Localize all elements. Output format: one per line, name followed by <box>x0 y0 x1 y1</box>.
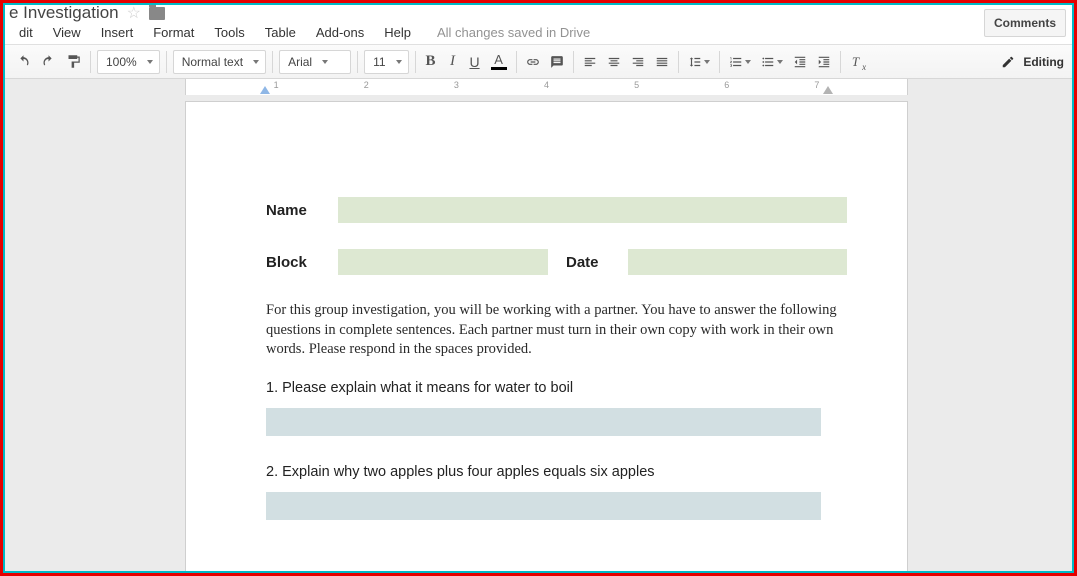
name-label: Name <box>266 202 338 219</box>
line-spacing-button[interactable] <box>683 50 715 74</box>
decrease-indent-button[interactable] <box>788 50 812 74</box>
document-canvas[interactable]: Name Block Date For this group investiga… <box>5 95 1072 571</box>
question-2[interactable]: 2. Explain why two apples plus four appl… <box>266 464 847 480</box>
bulleted-list-button[interactable] <box>756 50 788 74</box>
comments-button[interactable]: Comments <box>984 9 1066 37</box>
numbered-list-button[interactable] <box>724 50 756 74</box>
chevron-down-icon <box>253 60 259 64</box>
block-field[interactable] <box>338 249 548 275</box>
doc-title[interactable]: e Investigation <box>9 3 119 23</box>
answer-box-1[interactable] <box>266 408 821 436</box>
ruler-mark: 6 <box>724 80 729 90</box>
star-icon[interactable]: ☆ <box>127 3 141 23</box>
link-button[interactable] <box>521 50 545 74</box>
increase-indent-button[interactable] <box>812 50 836 74</box>
ruler-mark: 7 <box>814 80 819 90</box>
styles-dropdown[interactable]: Normal text <box>173 50 266 74</box>
block-label: Block <box>266 254 338 271</box>
instructions-text[interactable]: For this group investigation, you will b… <box>266 301 847 360</box>
question-1[interactable]: 1. Please explain what it means for wate… <box>266 380 847 396</box>
pencil-icon <box>1001 55 1015 69</box>
chevron-down-icon <box>777 60 783 64</box>
font-dropdown[interactable]: Arial <box>279 50 351 74</box>
chevron-down-icon <box>147 60 153 64</box>
menu-view[interactable]: View <box>43 22 91 43</box>
date-field[interactable] <box>628 249 847 275</box>
menu-help[interactable]: Help <box>374 22 421 43</box>
folder-icon[interactable] <box>149 7 165 20</box>
menu-table[interactable]: Table <box>255 22 306 43</box>
menu-bar: dit View Insert Format Tools Table Add-o… <box>5 21 1072 45</box>
align-center-button[interactable] <box>602 50 626 74</box>
right-indent-marker[interactable] <box>823 86 833 94</box>
chevron-down-icon <box>704 60 710 64</box>
align-left-button[interactable] <box>578 50 602 74</box>
align-right-button[interactable] <box>626 50 650 74</box>
ruler-mark: 4 <box>544 80 549 90</box>
ruler-mark: 1 <box>274 80 279 90</box>
ruler-mark: 5 <box>634 80 639 90</box>
underline-button[interactable]: U <box>464 50 486 74</box>
text-color-button[interactable]: A <box>486 50 512 74</box>
italic-button[interactable]: I <box>442 50 464 74</box>
save-status: All changes saved in Drive <box>437 25 590 40</box>
paint-format-button[interactable] <box>61 50 86 74</box>
horizontal-ruler[interactable]: 1 2 3 4 5 6 7 <box>5 79 1072 95</box>
date-label: Date <box>566 254 628 271</box>
name-field[interactable] <box>338 197 847 223</box>
menu-addons[interactable]: Add-ons <box>306 22 374 43</box>
menu-insert[interactable]: Insert <box>91 22 144 43</box>
answer-box-2[interactable] <box>266 492 821 520</box>
toolbar: 100% Normal text Arial 11 B I U A Tx Edi… <box>5 45 1072 79</box>
editing-mode-button[interactable]: Editing <box>1001 55 1064 69</box>
menu-tools[interactable]: Tools <box>204 22 254 43</box>
menu-format[interactable]: Format <box>143 22 204 43</box>
chevron-down-icon <box>745 60 751 64</box>
undo-button[interactable] <box>11 50 36 74</box>
zoom-dropdown[interactable]: 100% <box>97 50 160 74</box>
chevron-down-icon <box>322 60 328 64</box>
ruler-mark: 2 <box>364 80 369 90</box>
chevron-down-icon <box>396 60 402 64</box>
page[interactable]: Name Block Date For this group investiga… <box>185 101 908 571</box>
align-justify-button[interactable] <box>650 50 674 74</box>
bold-button[interactable]: B <box>420 50 442 74</box>
font-size-dropdown[interactable]: 11 <box>364 50 408 74</box>
menu-edit[interactable]: dit <box>9 22 43 43</box>
clear-formatting-button[interactable]: Tx <box>845 50 867 74</box>
redo-button[interactable] <box>36 50 61 74</box>
ruler-mark: 3 <box>454 80 459 90</box>
comment-button[interactable] <box>545 50 569 74</box>
left-indent-marker[interactable] <box>260 86 270 94</box>
